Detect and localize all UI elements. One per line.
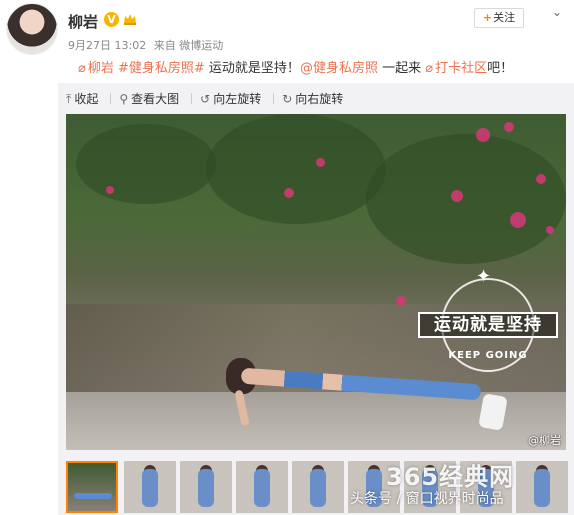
flower (451, 190, 463, 202)
thumb-figure (198, 469, 214, 507)
thumbnail-4[interactable] (236, 461, 288, 513)
rotate-right-icon: ↻ (282, 92, 293, 106)
view-large-button[interactable]: ⚲ 查看大图 (119, 90, 179, 107)
post-meta: 9月27日 13:02 来自 微博运动 (68, 37, 227, 53)
flower (396, 296, 406, 306)
keep-going-logo: ✦ 运动就是坚持 KEEP GOING (418, 266, 558, 378)
logo-subtitle: KEEP GOING (448, 350, 528, 361)
username[interactable]: 柳岩 (68, 11, 98, 32)
star-icon: ✦ (476, 266, 492, 287)
plus-icon: + (482, 11, 493, 24)
thumbnail-2[interactable] (124, 461, 176, 513)
collapse-button[interactable]: ⤒ 收起 (66, 90, 98, 107)
post-content: ⌀ 柳岩 #健身私房照# 运动就是坚持！@健身私房照 一起来 ⌀ 打卡社区吧！ (78, 57, 513, 76)
search-icon: ⚲ (119, 92, 129, 106)
image-watermark: @柳岩 (528, 434, 561, 447)
thumb-figure (534, 469, 550, 507)
divider (110, 93, 112, 104)
site-watermark: 365经典网 (386, 463, 515, 491)
mention-link[interactable]: @健身私房照 (300, 61, 378, 76)
link-icon: ⌀ (425, 61, 434, 76)
post-date[interactable]: 9月27日 13:02 (68, 39, 146, 52)
thumbnail-5[interactable] (292, 461, 344, 513)
flower (106, 186, 114, 194)
verified-badge-icon: V (104, 12, 119, 27)
flower (546, 226, 554, 234)
rotate-left-button[interactable]: ↺ 向左旋转 (200, 90, 261, 107)
avatar[interactable] (6, 3, 58, 55)
source-watermark: 头条号 / 窗口视界时尚品 (350, 491, 504, 507)
chevron-down-icon[interactable]: ⌄ (552, 5, 562, 19)
flower (316, 158, 325, 167)
foliage (206, 114, 386, 224)
thumbnail-3[interactable] (180, 461, 232, 513)
post-text: 运动就是坚持！ (208, 61, 300, 76)
post-text: 吧！ (487, 61, 514, 76)
logo-banner: 运动就是坚持 (418, 312, 558, 338)
collapse-icon: ⤒ (66, 92, 72, 106)
vip-crown-icon (124, 14, 136, 25)
tag-link[interactable]: 打卡社区 (435, 61, 487, 76)
foliage (366, 134, 566, 264)
foliage (76, 124, 216, 204)
flower (536, 174, 546, 184)
thumb-figure (142, 469, 158, 507)
flower (504, 122, 514, 132)
follow-button[interactable]: +关注 (474, 8, 524, 28)
image-toolbar: ⤒ 收起 ⚲ 查看大图 ↺ 向左旋转 ↻ 向右旋转 (66, 90, 347, 106)
main-photo[interactable]: ✦ 运动就是坚持 KEEP GOING (66, 114, 566, 450)
link-liuyan[interactable]: 柳岩 (88, 61, 114, 76)
link-icon: ⌀ (78, 61, 86, 76)
flower (284, 188, 294, 198)
thumb-figure (74, 493, 112, 499)
divider (273, 93, 275, 104)
thumbnail-9[interactable] (516, 461, 568, 513)
thumb-figure (310, 469, 326, 507)
rotate-right-button[interactable]: ↻ 向右旋转 (282, 90, 343, 107)
flower (476, 128, 490, 142)
flower (510, 212, 526, 228)
rotate-left-icon: ↺ (200, 92, 211, 106)
post-text: 一起来 (382, 61, 422, 76)
thumb-figure (254, 469, 270, 507)
divider (191, 93, 193, 104)
post-source[interactable]: 来自 微博运动 (154, 39, 224, 52)
topic-link[interactable]: #健身私房照# (118, 61, 205, 76)
thumbnail-1[interactable] (66, 461, 118, 513)
